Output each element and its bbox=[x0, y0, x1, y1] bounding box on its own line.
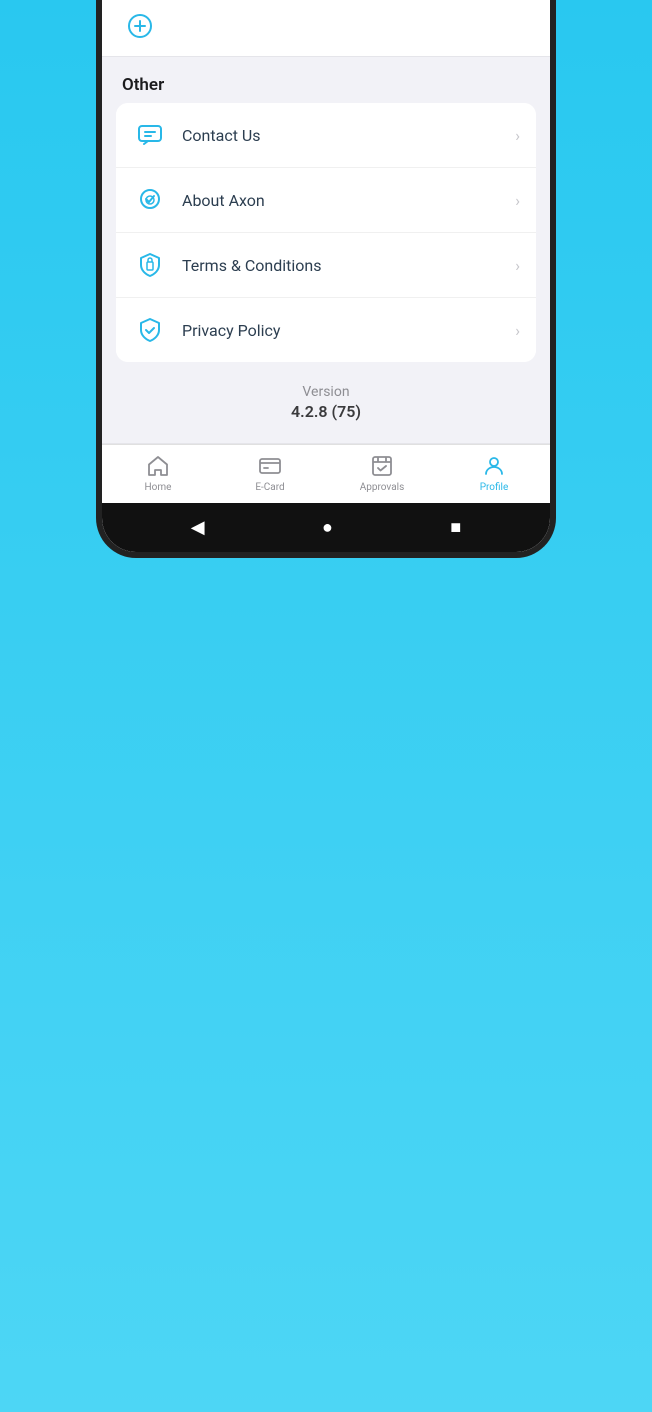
nav-item-profile[interactable]: Profile bbox=[464, 453, 524, 493]
terms-label: Terms & Conditions bbox=[182, 256, 515, 275]
checkshield-icon bbox=[132, 312, 168, 348]
menu-item-privacy[interactable]: Privacy Policy › bbox=[116, 298, 536, 362]
android-recent-button[interactable]: ■ bbox=[450, 517, 461, 538]
nav-item-ecard[interactable]: E-Card bbox=[240, 453, 300, 493]
android-home-button[interactable]: ● bbox=[322, 517, 333, 538]
ecard-nav-label: E-Card bbox=[255, 482, 284, 493]
chevron-right-icon: › bbox=[515, 256, 520, 275]
menu-item-contact-us[interactable]: Contact Us › bbox=[116, 103, 536, 168]
android-nav-bar: ◀ ● ■ bbox=[102, 503, 550, 552]
contact-us-label: Contact Us bbox=[182, 126, 515, 145]
partial-icon bbox=[122, 8, 158, 44]
version-number: 4.2.8 (75) bbox=[122, 402, 530, 421]
phone-wrapper: Other Contact Us › bbox=[96, 0, 556, 558]
phone-screen: Other Contact Us › bbox=[96, 0, 556, 558]
approvals-icon bbox=[369, 453, 395, 479]
top-partial-item bbox=[102, 0, 550, 57]
chevron-right-icon: › bbox=[515, 191, 520, 210]
chevron-right-icon: › bbox=[515, 126, 520, 145]
menu-item-about-axon[interactable]: About Axon › bbox=[116, 168, 536, 233]
home-nav-label: Home bbox=[145, 482, 172, 493]
section-header: Other bbox=[102, 57, 550, 103]
bottom-nav: Home E-Card bbox=[102, 444, 550, 503]
version-label: Version bbox=[122, 384, 530, 400]
nav-item-approvals[interactable]: Approvals bbox=[352, 453, 412, 493]
profile-nav-label: Profile bbox=[480, 482, 509, 493]
approvals-nav-label: Approvals bbox=[360, 482, 404, 493]
android-back-button[interactable]: ◀ bbox=[191, 517, 205, 538]
menu-section: Contact Us › About Axon › bbox=[116, 103, 536, 362]
privacy-label: Privacy Policy bbox=[182, 321, 515, 340]
version-section: Version 4.2.8 (75) bbox=[102, 362, 550, 443]
home-icon bbox=[145, 453, 171, 479]
about-axon-label: About Axon bbox=[182, 191, 515, 210]
menu-item-terms[interactable]: Terms & Conditions › bbox=[116, 233, 536, 298]
ecard-icon bbox=[257, 453, 283, 479]
section-title: Other bbox=[122, 75, 164, 95]
profile-icon bbox=[481, 453, 507, 479]
nav-item-home[interactable]: Home bbox=[128, 453, 188, 493]
chevron-right-icon: › bbox=[515, 321, 520, 340]
shield-icon bbox=[132, 247, 168, 283]
message-icon bbox=[132, 117, 168, 153]
axon-icon bbox=[132, 182, 168, 218]
